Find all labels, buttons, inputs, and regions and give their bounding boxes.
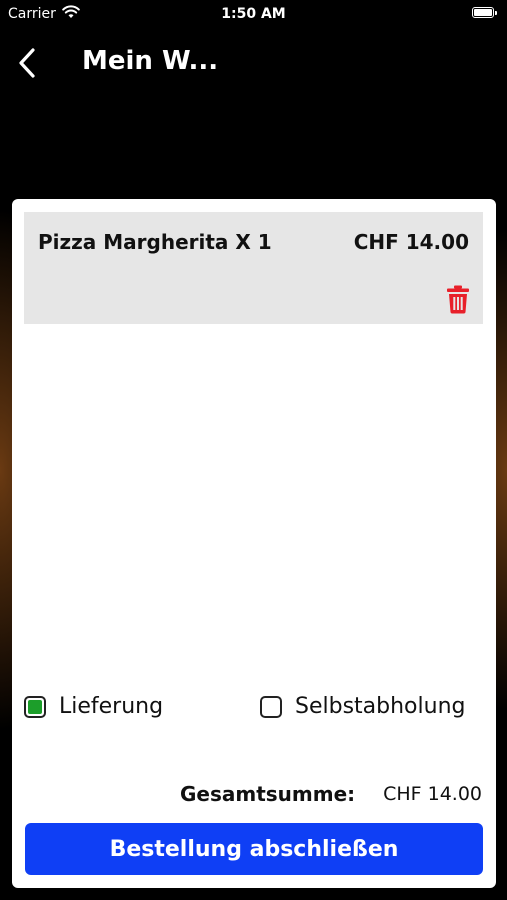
navigation-bar: Mein W... bbox=[0, 36, 507, 88]
battery-icon bbox=[472, 7, 497, 18]
checkout-button[interactable]: Bestellung abschließen bbox=[25, 823, 483, 875]
trash-icon bbox=[447, 285, 469, 314]
cart-panel: Pizza Margherita X 1 CHF 14.00 Lieferung… bbox=[12, 199, 496, 888]
delivery-label: Lieferung bbox=[59, 694, 164, 719]
checkbox-checked-indicator bbox=[28, 700, 42, 714]
pickup-checkbox[interactable] bbox=[260, 696, 282, 718]
checkout-button-label: Bestellung abschließen bbox=[109, 836, 399, 862]
delete-item-button[interactable] bbox=[445, 284, 471, 314]
cart-item: Pizza Margherita X 1 CHF 14.00 bbox=[24, 212, 483, 324]
back-button[interactable] bbox=[12, 42, 46, 82]
total-value: CHF 14.00 bbox=[383, 783, 482, 805]
pickup-label: Selbstabholung bbox=[295, 694, 466, 719]
item-price: CHF 14.00 bbox=[353, 230, 469, 254]
status-bar: Carrier 1:50 AM bbox=[0, 0, 507, 28]
chevron-left-icon bbox=[19, 48, 35, 78]
page-title: Mein W... bbox=[82, 46, 219, 76]
delivery-checkbox[interactable] bbox=[24, 696, 46, 718]
item-name: Pizza Margherita X 1 bbox=[38, 230, 272, 254]
total-label: Gesamtsumme: bbox=[180, 782, 356, 806]
clock: 1:50 AM bbox=[221, 6, 286, 22]
